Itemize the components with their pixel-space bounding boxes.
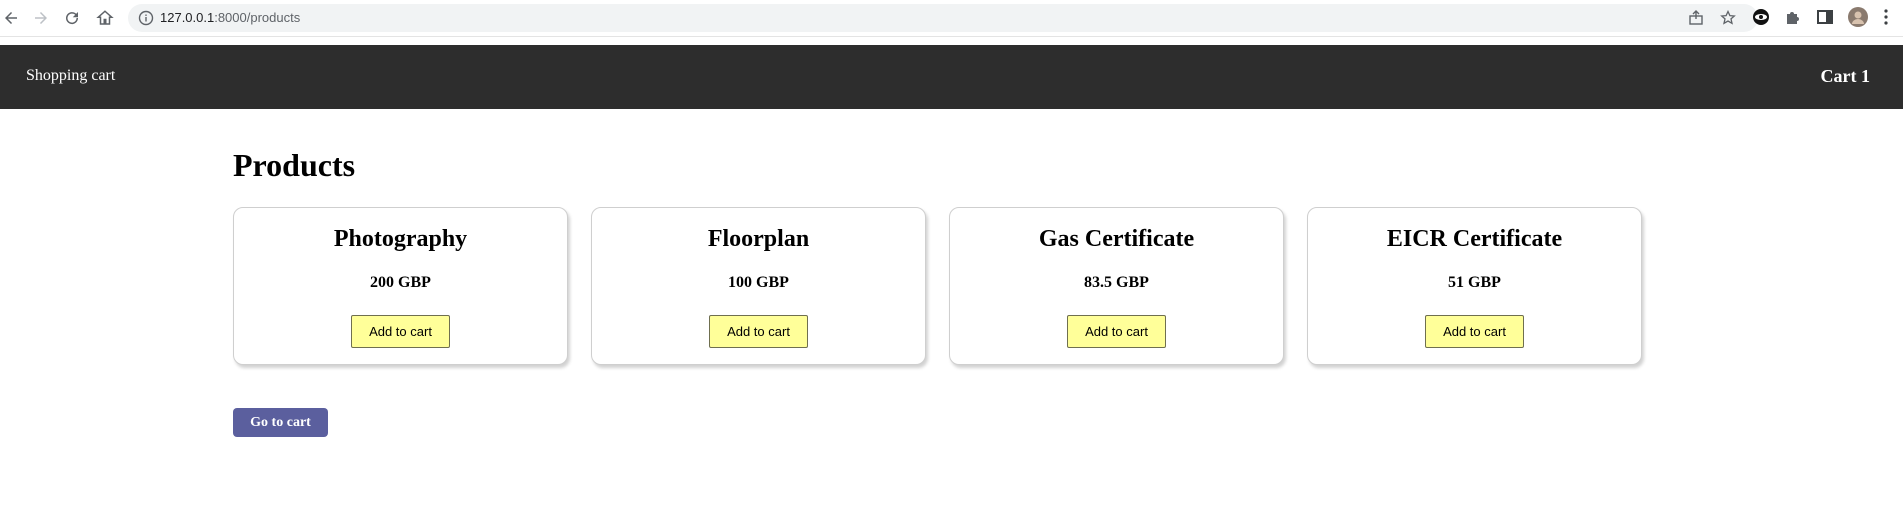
site-info-icon[interactable] bbox=[138, 10, 154, 26]
product-price: 100 GBP bbox=[728, 274, 789, 291]
extensions-puzzle-icon[interactable] bbox=[1783, 7, 1803, 27]
add-to-cart-button[interactable]: Add to cart bbox=[1425, 315, 1524, 348]
product-card: EICR Certificate 51 GBP Add to cart bbox=[1307, 207, 1642, 365]
cart-link[interactable]: Cart 1 bbox=[1821, 66, 1870, 87]
browser-menu-icon[interactable] bbox=[1876, 7, 1896, 27]
go-to-cart-button[interactable]: Go to cart bbox=[233, 408, 328, 437]
side-panel-icon[interactable] bbox=[1815, 7, 1835, 27]
app-header: Shopping cart Cart 1 bbox=[0, 45, 1903, 109]
add-to-cart-button[interactable]: Add to cart bbox=[709, 315, 808, 348]
url-host: 127.0.0.1 bbox=[160, 10, 215, 25]
extension-eye-icon[interactable] bbox=[1751, 7, 1771, 27]
add-to-cart-button[interactable]: Add to cart bbox=[1067, 315, 1166, 348]
page-title: Products bbox=[233, 147, 356, 183]
product-name: Gas Certificate bbox=[1038, 226, 1195, 252]
product-price: 200 GBP bbox=[370, 274, 431, 291]
product-price: 83.5 GBP bbox=[1084, 274, 1149, 291]
product-name: Floorplan bbox=[707, 226, 810, 252]
product-card: Photography 200 GBP Add to cart bbox=[233, 207, 568, 365]
add-to-cart-button[interactable]: Add to cart bbox=[351, 315, 450, 348]
address-bar[interactable]: 127.0.0.1:8000/products bbox=[128, 4, 1758, 32]
reload-icon[interactable] bbox=[61, 7, 83, 29]
bookmark-star-icon[interactable] bbox=[1720, 10, 1736, 26]
url-text[interactable]: 127.0.0.1:8000/products bbox=[160, 10, 300, 25]
product-card: Gas Certificate 83.5 GBP Add to cart bbox=[949, 207, 1284, 365]
profile-avatar-icon[interactable] bbox=[1848, 7, 1868, 27]
product-list: Photography 200 GBP Add to cart Floorpla… bbox=[233, 207, 1673, 367]
home-icon[interactable] bbox=[94, 7, 116, 29]
forward-arrow-icon[interactable] bbox=[30, 7, 52, 29]
product-name: Photography bbox=[333, 226, 468, 252]
brand-link[interactable]: Shopping cart bbox=[26, 67, 115, 85]
product-card: Floorplan 100 GBP Add to cart bbox=[591, 207, 926, 365]
browser-toolbar: 127.0.0.1:8000/products bbox=[0, 0, 1903, 37]
share-icon[interactable] bbox=[1688, 10, 1704, 26]
url-path: :8000/products bbox=[214, 10, 301, 25]
product-price: 51 GBP bbox=[1448, 274, 1501, 291]
product-name: EICR Certificate bbox=[1386, 226, 1563, 252]
back-arrow-icon[interactable] bbox=[0, 7, 22, 29]
main-content: Products Photography 200 GBP Add to cart… bbox=[233, 145, 1673, 437]
